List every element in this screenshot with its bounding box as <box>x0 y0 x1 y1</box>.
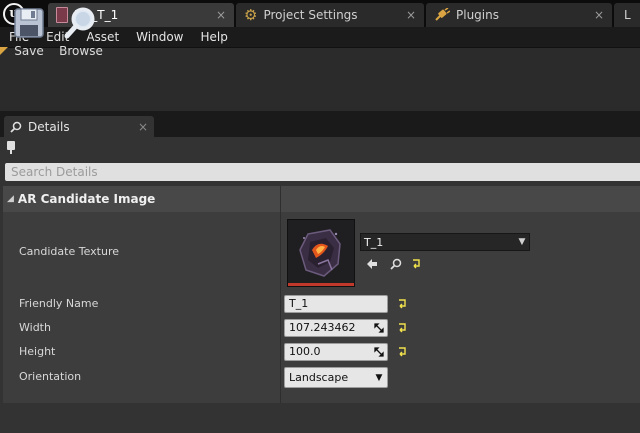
save-button[interactable]: Save <box>5 6 53 60</box>
reset-to-default-icon[interactable] <box>409 257 423 271</box>
tab-plugins[interactable]: Plugins × <box>426 3 612 27</box>
tab-label: Project Settings <box>263 8 358 22</box>
texture-picker-value: T_1 <box>364 235 384 249</box>
resize-drag-icon[interactable] <box>374 347 384 357</box>
menu-help[interactable]: Help <box>191 27 235 47</box>
chevron-down-icon: ▼ <box>518 237 526 247</box>
category-header[interactable]: ◢ AR Candidate Image <box>3 186 640 212</box>
use-selected-arrow-icon[interactable] <box>365 257 379 271</box>
friendly-name-label: Friendly Name <box>19 297 99 310</box>
tab-label: Plugins <box>456 8 499 22</box>
orientation-dropdown[interactable]: Landscape ▼ <box>284 367 388 388</box>
close-icon[interactable]: × <box>214 8 228 22</box>
orientation-value: Landscape <box>289 371 349 384</box>
reset-to-default-icon[interactable] <box>395 297 409 311</box>
texture-asset-picker[interactable]: T_1 ▼ <box>360 233 530 251</box>
category-label: AR Candidate Image <box>17 192 156 206</box>
browse-asset-icon[interactable] <box>389 257 403 271</box>
width-numeric-input[interactable]: 107.243462 <box>284 319 388 337</box>
close-icon[interactable]: × <box>404 8 418 22</box>
texture-preview-image <box>288 220 354 286</box>
tab-label: Details <box>28 120 70 134</box>
close-icon[interactable]: × <box>592 8 606 22</box>
tab-project-settings[interactable]: ⚙ Project Settings × <box>236 3 424 27</box>
magnifier-icon <box>64 7 95 39</box>
reset-to-default-icon[interactable] <box>395 345 409 359</box>
menu-window[interactable]: Window <box>127 27 191 47</box>
height-label: Height <box>19 345 56 358</box>
column-divider <box>280 186 281 212</box>
close-icon[interactable]: × <box>136 120 150 134</box>
texture-thumbnail[interactable] <box>287 219 355 287</box>
column-divider[interactable] <box>280 212 281 403</box>
orientation-label: Orientation <box>19 370 82 383</box>
width-label: Width <box>19 321 51 334</box>
collapse-arrow-icon[interactable]: ◢ <box>7 194 14 204</box>
gear-icon: ⚙ <box>244 5 258 24</box>
lock-icon[interactable] <box>6 140 16 154</box>
friendly-name-input[interactable]: T_1 <box>284 295 388 313</box>
search-details-input[interactable]: Search Details <box>5 163 640 181</box>
width-value: 107.243462 <box>289 321 356 334</box>
resize-drag-icon[interactable] <box>374 323 384 333</box>
tab-level[interactable]: L <box>614 3 640 27</box>
height-numeric-input[interactable]: 100.0 <box>284 343 388 361</box>
plug-icon <box>435 8 450 21</box>
chevron-down-icon: ▼ <box>375 372 383 383</box>
tab-details[interactable]: Details × <box>4 116 154 138</box>
save-label: Save <box>14 44 44 58</box>
candidate-texture-label: Candidate Texture <box>19 245 119 258</box>
height-value: 100.0 <box>289 345 321 358</box>
reset-to-default-icon[interactable] <box>395 321 409 335</box>
details-search-icon <box>10 121 22 133</box>
save-icon <box>14 8 44 38</box>
browse-button[interactable]: Browse <box>57 6 105 60</box>
asset-type-color-bar <box>288 283 354 286</box>
browse-label: Browse <box>59 44 103 58</box>
tab-label: L <box>624 8 631 22</box>
